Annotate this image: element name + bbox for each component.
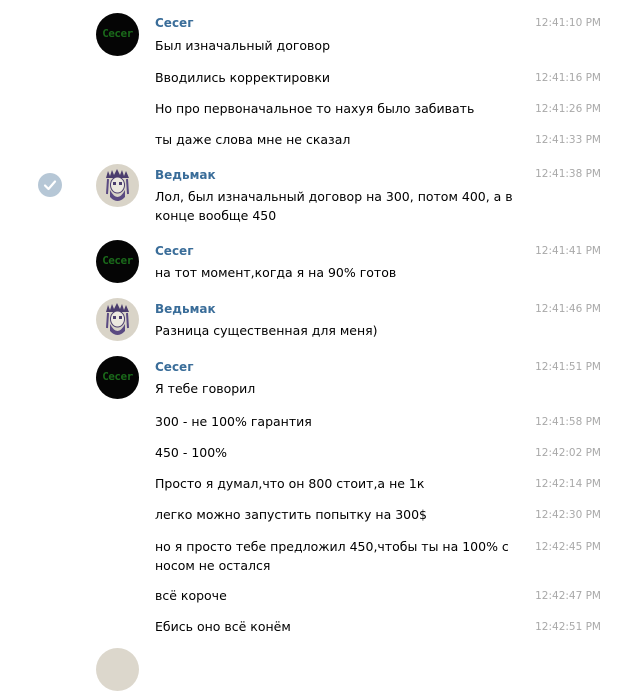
message-text: 450 - 100% (155, 445, 228, 460)
avatar-label: Cecer (102, 27, 133, 40)
message-text: Разница существенная для меня) (155, 323, 378, 338)
check-circle-icon[interactable] (38, 173, 62, 197)
author-name[interactable]: Сесег (155, 360, 193, 374)
native-headdress-skull-icon (106, 169, 129, 201)
avatar-cecer[interactable]: Cecer (96, 13, 139, 56)
message-time: 12:42:30 PM (535, 509, 601, 521)
message-text: Просто я думал,что он 800 стоит,а не 1к (155, 476, 425, 491)
message-time: 12:41:10 PM (535, 17, 601, 29)
message-time: 12:42:14 PM (535, 478, 601, 490)
message-time: 12:41:51 PM (535, 361, 601, 373)
message[interactable]: но я просто тебе предложил 450,чтобы ты … (0, 534, 635, 582)
message-text: Но про первоначальное то нахуя было заби… (155, 101, 475, 116)
message-text: легко можно запустить попытку на 300$ (155, 507, 428, 522)
message-text: Лол, был изначальный договор на 300, пот… (155, 189, 513, 223)
message-time: 12:41:33 PM (535, 134, 601, 146)
message-time: 12:41:41 PM (535, 245, 601, 257)
message-time: 12:42:51 PM (535, 621, 601, 633)
message-time: 12:41:46 PM (535, 303, 601, 315)
message-time: 12:42:47 PM (535, 590, 601, 602)
message-time: 12:41:38 PM (535, 168, 601, 180)
message[interactable]: Просто я думал,что он 800 стоит,а не 1к … (0, 472, 635, 500)
message[interactable]: 300 - не 100% гарантия 12:41:58 PM (0, 410, 635, 438)
message-time: 12:41:26 PM (535, 103, 601, 115)
message-text: Я тебе говорил (155, 381, 256, 396)
message-text: ты даже слова мне не сказал (155, 132, 351, 147)
message[interactable]: всё короче 12:42:47 PM (0, 584, 635, 612)
message[interactable]: 450 - 100% 12:42:02 PM (0, 441, 635, 469)
message-time: 12:41:16 PM (535, 72, 601, 84)
message-text: Ебись оно всё конём (155, 619, 291, 634)
author-name[interactable]: Ведьмак (155, 168, 216, 182)
message-text: но я просто тебе предложил 450,чтобы ты … (155, 539, 509, 573)
avatar-label: Cecer (102, 254, 133, 267)
message-time: 12:41:58 PM (535, 416, 601, 428)
message-text: 300 - не 100% гарантия (155, 414, 312, 429)
message-time: 12:42:45 PM (535, 541, 601, 553)
avatar-partial[interactable] (96, 648, 139, 691)
message[interactable]: Вводились корректировки 12:41:16 PM (0, 66, 635, 94)
native-headdress-skull-icon (106, 303, 129, 335)
avatar-cecer[interactable]: Cecer (96, 356, 139, 399)
message[interactable]: ты даже слова мне не сказал 12:41:33 PM (0, 128, 635, 156)
avatar-cecer[interactable]: Cecer (96, 240, 139, 283)
avatar-label: Cecer (102, 370, 133, 383)
message-selected[interactable]: Ведьмак Лол, был изначальный договор на … (0, 160, 635, 230)
avatar-vedmak[interactable] (96, 164, 139, 207)
message-text: всё короче (155, 588, 227, 603)
message[interactable]: Но про первоначальное то нахуя было заби… (0, 97, 635, 125)
message[interactable]: легко можно запустить попытку на 300$ 12… (0, 503, 635, 531)
avatar-vedmak[interactable] (96, 298, 139, 341)
author-name[interactable]: Сесег (155, 244, 193, 258)
message-text: Вводились корректировки (155, 70, 331, 85)
chat-history: Cecer Сесег Был изначальный договор 12:4… (0, 0, 635, 691)
author-name[interactable]: Сесег (155, 16, 193, 30)
message-time: 12:42:02 PM (535, 447, 601, 459)
message[interactable]: Ведьмак Разница существенная для меня) 1… (0, 294, 635, 346)
author-name[interactable]: Ведьмак (155, 302, 216, 316)
message-text: на тот момент,когда я на 90% готов (155, 265, 397, 280)
message[interactable]: Ебись оно всё конём 12:42:51 PM (0, 615, 635, 643)
message[interactable]: Cecer Сесег Я тебе говорил 12:41:51 PM (0, 352, 635, 404)
message[interactable]: Cecer Сесег на тот момент,когда я на 90%… (0, 236, 635, 288)
message[interactable]: Cecer Сесег Был изначальный договор 12:4… (0, 0, 635, 62)
message-text: Был изначальный договор (155, 38, 331, 53)
